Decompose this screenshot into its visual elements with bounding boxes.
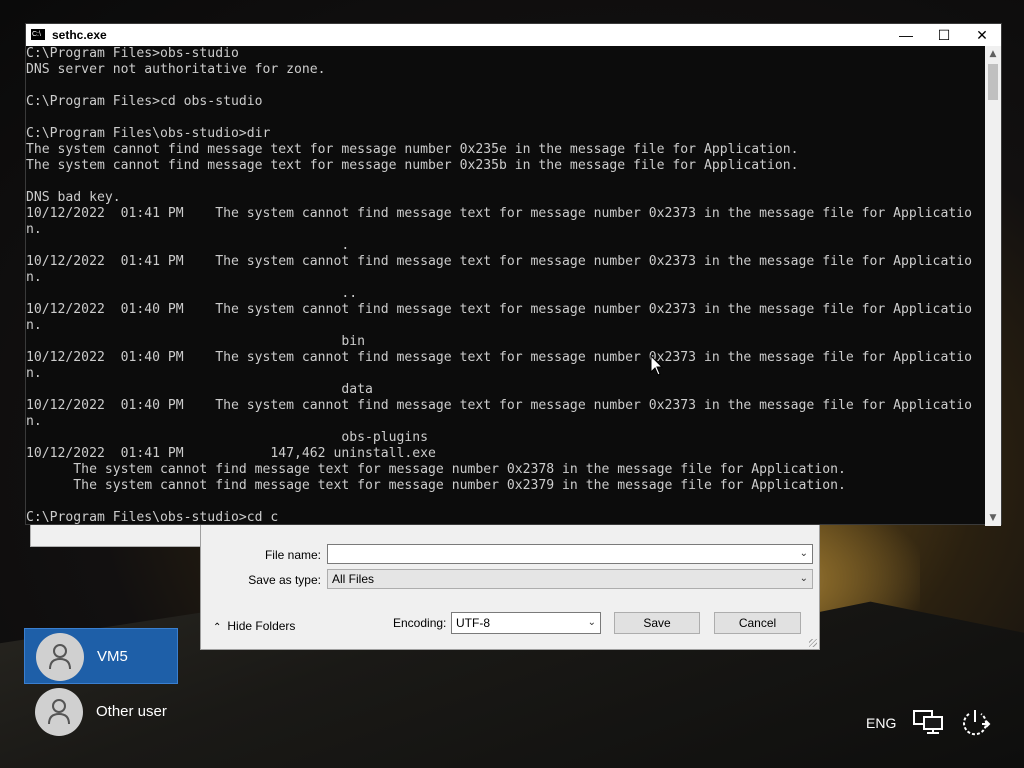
- console-line: n.: [26, 222, 42, 237]
- console-line: obs-plugins: [26, 430, 429, 445]
- cancel-button[interactable]: Cancel: [714, 612, 801, 634]
- console-line: The system cannot find message text for …: [26, 462, 846, 477]
- scroll-down-arrow-icon[interactable]: ▼: [985, 510, 1001, 526]
- chevron-down-icon[interactable]: ⌄: [588, 613, 596, 633]
- console-line: bin: [26, 334, 365, 349]
- file-name-input[interactable]: ⌄: [327, 544, 813, 564]
- user-avatar-icon: [36, 633, 84, 681]
- file-name-label: File name:: [264, 548, 321, 562]
- power-icon[interactable]: [960, 708, 992, 738]
- save-as-type-label: Save as type:: [248, 573, 321, 587]
- console-line: 10/12/2022 01:40 PM The system cannot fi…: [26, 398, 972, 413]
- console-line: 10/12/2022 01:41 PM The system cannot fi…: [26, 254, 972, 269]
- hide-folders-toggle[interactable]: ⌃ Hide Folders: [213, 619, 295, 633]
- save-as-type-select[interactable]: All Files ⌄: [327, 569, 813, 589]
- console-line: 10/12/2022 01:40 PM The system cannot fi…: [26, 302, 972, 317]
- mouse-cursor-icon: [650, 355, 664, 376]
- console-line: ..: [26, 286, 358, 301]
- console-line: C:\Program Files>obs-studio: [26, 46, 239, 61]
- encoding-value: UTF-8: [456, 616, 490, 630]
- minimize-button[interactable]: —: [887, 24, 925, 46]
- encoding-label: Encoding:: [393, 616, 447, 630]
- console-line: The system cannot find message text for …: [26, 478, 846, 493]
- chevron-down-icon[interactable]: ⌄: [800, 570, 808, 588]
- save-button[interactable]: Save: [614, 612, 700, 634]
- console-output[interactable]: C:\Program Files>obs-studio DNS server no…: [26, 46, 986, 526]
- chevron-up-icon: ⌃: [213, 622, 222, 633]
- save-as-type-value: All Files: [332, 572, 375, 586]
- user-tile-vm5[interactable]: VM5: [24, 628, 178, 684]
- save-dialog: File name: ⌄ Save as type: All Files ⌄ ⌃…: [200, 520, 820, 650]
- console-line: DNS server not authoritative for zone.: [26, 62, 326, 77]
- close-button[interactable]: ✕: [963, 24, 1001, 46]
- console-line: The system cannot find message text for …: [26, 142, 799, 157]
- network-icon[interactable]: [912, 709, 944, 735]
- console-line: .: [26, 238, 350, 253]
- console-line: C:\Program Files>cd obs-studio: [26, 94, 263, 109]
- user-name: Other user: [96, 703, 167, 720]
- console-line: 10/12/2022 01:41 PM The system cannot fi…: [26, 206, 972, 221]
- console-line: n.: [26, 414, 42, 429]
- console-title: sethc.exe: [52, 28, 107, 42]
- console-line: C:\Program Files\obs-studio>cd c: [26, 510, 279, 525]
- chevron-down-icon[interactable]: ⌄: [800, 545, 808, 563]
- scroll-up-arrow-icon[interactable]: ▲: [985, 46, 1001, 62]
- console-line: n.: [26, 318, 42, 333]
- resize-grip[interactable]: [809, 639, 817, 647]
- console-line: C:\Program Files\obs-studio>dir: [26, 126, 271, 141]
- console-titlebar[interactable]: C:\ sethc.exe — ☐ ✕: [26, 24, 1001, 46]
- language-indicator[interactable]: ENG: [866, 715, 896, 731]
- console-line: 10/12/2022 01:41 PM 147,462 uninstall.ex…: [26, 446, 436, 461]
- console-app-icon: C:\: [31, 29, 45, 40]
- console-line: The system cannot find message text for …: [26, 158, 799, 173]
- vertical-scrollbar[interactable]: ▲ ▼: [985, 46, 1001, 526]
- console-window: C:\ sethc.exe — ☐ ✕ C:\Program Files>obs…: [25, 23, 1002, 526]
- user-avatar-icon: [35, 688, 83, 736]
- console-line: n.: [26, 270, 42, 285]
- console-line: n.: [26, 366, 42, 381]
- user-name: VM5: [97, 648, 128, 665]
- console-line: data: [26, 382, 373, 397]
- scrollbar-thumb[interactable]: [988, 64, 998, 100]
- user-tile-other-user[interactable]: Other user: [24, 684, 178, 740]
- encoding-select[interactable]: UTF-8 ⌄: [451, 612, 601, 634]
- maximize-button[interactable]: ☐: [925, 24, 963, 46]
- console-line: DNS bad key.: [26, 190, 121, 205]
- hide-folders-label: Hide Folders: [227, 619, 296, 633]
- console-line: 10/12/2022 01:40 PM The system cannot fi…: [26, 350, 972, 365]
